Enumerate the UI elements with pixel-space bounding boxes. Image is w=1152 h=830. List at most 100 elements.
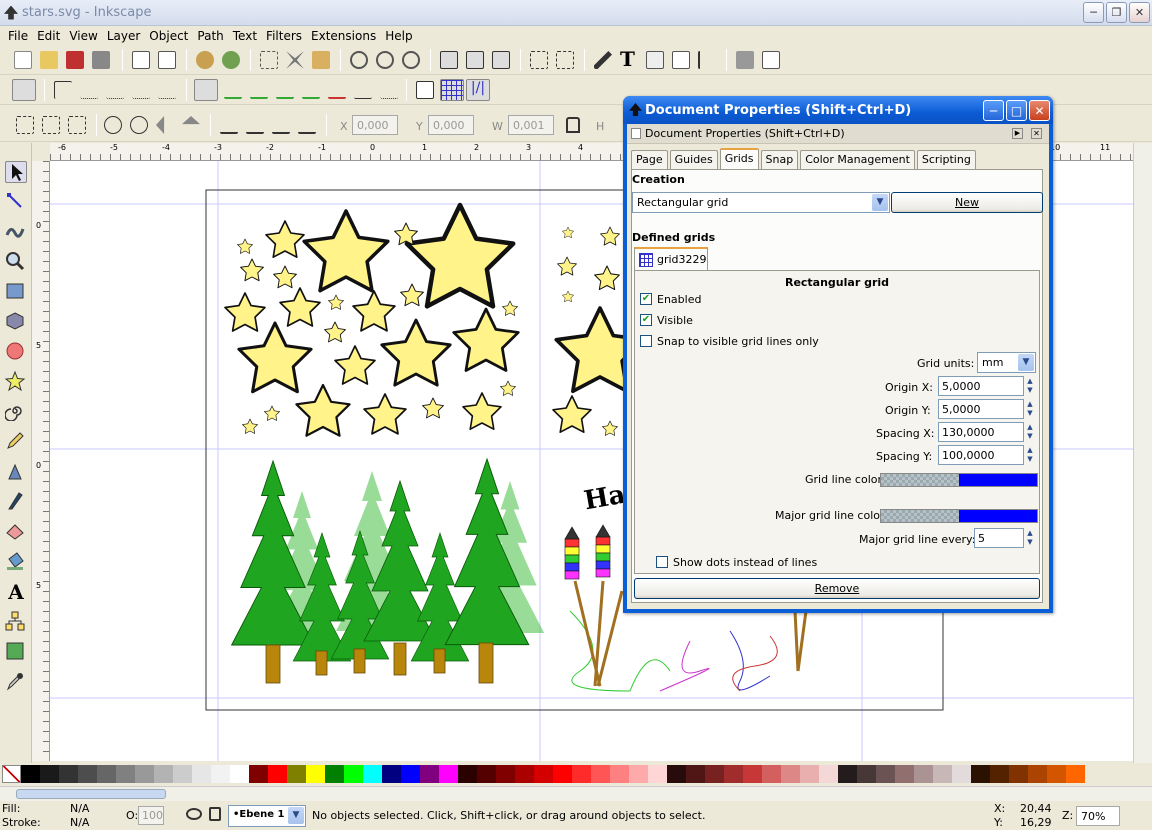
layer-dropdown[interactable]: •Ebene 1 ▼ bbox=[228, 805, 306, 827]
color-swatch[interactable] bbox=[1066, 765, 1085, 783]
color-swatch[interactable] bbox=[306, 765, 325, 783]
ellipse-tool-icon[interactable] bbox=[5, 341, 27, 363]
snap-midpoint-icon[interactable] bbox=[328, 81, 346, 99]
spin-arrows-icon[interactable]: ▲ ▼ bbox=[1025, 400, 1035, 418]
group-icon[interactable] bbox=[530, 51, 548, 69]
menu-path[interactable]: Path bbox=[197, 29, 223, 43]
color-swatch[interactable] bbox=[610, 765, 629, 783]
zoom-page-icon[interactable] bbox=[402, 51, 420, 69]
lock-icon[interactable] bbox=[566, 117, 580, 133]
lower-to-bottom-icon[interactable] bbox=[298, 116, 316, 134]
color-swatch[interactable] bbox=[724, 765, 743, 783]
export-icon[interactable] bbox=[158, 51, 176, 69]
color-swatch[interactable] bbox=[971, 765, 990, 783]
color-swatch[interactable] bbox=[382, 765, 401, 783]
bucket-fill-tool-icon[interactable] bbox=[5, 551, 27, 573]
spacing-x-field[interactable]: 130,0000 ▲ ▼ bbox=[938, 422, 1033, 442]
color-swatch[interactable] bbox=[173, 765, 192, 783]
tab-grids[interactable]: Grids bbox=[719, 148, 759, 169]
snap-bbox-icon[interactable] bbox=[54, 81, 72, 99]
no-paint-swatch[interactable] bbox=[2, 765, 21, 783]
paste-icon[interactable] bbox=[312, 51, 330, 69]
color-swatch[interactable] bbox=[401, 765, 420, 783]
color-swatch[interactable] bbox=[629, 765, 648, 783]
tab-scripting[interactable]: Scripting bbox=[916, 150, 976, 169]
undo-icon[interactable] bbox=[196, 51, 214, 69]
snap-paths-icon[interactable] bbox=[224, 81, 242, 99]
zoom-drawing-icon[interactable] bbox=[376, 51, 394, 69]
remove-grid-button[interactable]: Remove bbox=[634, 578, 1040, 599]
snap-rotation-center-icon[interactable] bbox=[380, 81, 398, 99]
color-swatch[interactable] bbox=[952, 765, 971, 783]
align-distribute-icon[interactable] bbox=[698, 51, 716, 69]
snap-visible-checkbox[interactable] bbox=[640, 335, 652, 347]
color-swatch[interactable] bbox=[249, 765, 268, 783]
redo-icon[interactable] bbox=[222, 51, 240, 69]
zoom-tool-icon[interactable] bbox=[5, 251, 27, 273]
color-swatch[interactable] bbox=[515, 765, 534, 783]
clone-icon[interactable] bbox=[466, 51, 484, 69]
color-swatch[interactable] bbox=[59, 765, 78, 783]
snap-bbox-midpoint-icon[interactable] bbox=[132, 81, 150, 99]
text-font-icon[interactable]: T bbox=[620, 49, 638, 69]
menu-filters[interactable]: Filters bbox=[266, 29, 302, 43]
flip-horizontal-icon[interactable] bbox=[156, 116, 165, 134]
color-swatch[interactable] bbox=[876, 765, 895, 783]
color-swatch[interactable] bbox=[857, 765, 876, 783]
save-icon[interactable] bbox=[66, 51, 84, 69]
show-dots-checkbox[interactable] bbox=[656, 556, 668, 568]
color-swatch[interactable] bbox=[78, 765, 97, 783]
color-swatch[interactable] bbox=[439, 765, 458, 783]
snap-page-border-icon[interactable] bbox=[416, 81, 434, 99]
color-swatch[interactable] bbox=[135, 765, 154, 783]
color-swatch[interactable] bbox=[591, 765, 610, 783]
tab-snap[interactable]: Snap bbox=[760, 150, 799, 169]
layers-icon[interactable] bbox=[646, 51, 664, 69]
snap-nodes-icon[interactable] bbox=[194, 79, 218, 101]
zoom-selection-icon[interactable] bbox=[350, 51, 368, 69]
print-icon[interactable] bbox=[92, 51, 110, 69]
raise-icon[interactable] bbox=[246, 116, 264, 134]
color-swatch[interactable] bbox=[496, 765, 515, 783]
y-field[interactable]: 0,000 bbox=[428, 115, 474, 135]
menu-text[interactable]: Text bbox=[233, 29, 257, 43]
document-properties-icon[interactable] bbox=[762, 51, 780, 69]
menu-extensions[interactable]: Extensions bbox=[311, 29, 376, 43]
menu-object[interactable]: Object bbox=[149, 29, 188, 43]
major-every-field[interactable]: 5 ▲ ▼ bbox=[974, 528, 1033, 548]
new-document-icon[interactable] bbox=[14, 51, 32, 69]
snap-center-icon[interactable] bbox=[354, 81, 372, 99]
visible-checkbox[interactable]: ✔ bbox=[640, 314, 652, 326]
open-icon[interactable] bbox=[40, 51, 58, 69]
dropper-tool-icon[interactable] bbox=[5, 671, 27, 693]
dialog-minimize-button[interactable]: ─ bbox=[983, 100, 1004, 121]
snap-bbox-edge-icon[interactable] bbox=[80, 81, 98, 99]
grid-tab[interactable]: grid3229 bbox=[634, 247, 708, 271]
color-swatch[interactable] bbox=[686, 765, 705, 783]
color-swatch[interactable] bbox=[325, 765, 344, 783]
ungroup-icon[interactable] bbox=[556, 51, 574, 69]
lower-icon[interactable] bbox=[272, 116, 290, 134]
dialog-close-button[interactable]: ✕ bbox=[1029, 100, 1050, 121]
spiral-tool-icon[interactable] bbox=[4, 401, 27, 423]
x-field[interactable]: 0,000 bbox=[352, 115, 398, 135]
pencil-tool-icon[interactable] bbox=[5, 431, 27, 453]
color-swatch[interactable] bbox=[800, 765, 819, 783]
spin-arrows-icon[interactable]: ▲ ▼ bbox=[1025, 423, 1035, 441]
color-swatch[interactable] bbox=[268, 765, 287, 783]
new-grid-button[interactable]: New bbox=[891, 192, 1043, 213]
color-swatch[interactable] bbox=[230, 765, 249, 783]
horizontal-scroll-thumb[interactable] bbox=[16, 789, 166, 799]
color-swatch[interactable] bbox=[819, 765, 838, 783]
menu-view[interactable]: View bbox=[69, 29, 97, 43]
deselect-icon[interactable] bbox=[68, 116, 86, 134]
menu-layer[interactable]: Layer bbox=[107, 29, 140, 43]
color-swatch[interactable] bbox=[838, 765, 857, 783]
duplicate-icon[interactable] bbox=[440, 51, 458, 69]
color-swatch[interactable] bbox=[895, 765, 914, 783]
pen-tool-icon[interactable] bbox=[5, 461, 27, 483]
calligraphy-tool-icon[interactable] bbox=[5, 491, 27, 513]
color-swatch[interactable] bbox=[534, 765, 553, 783]
color-swatch[interactable] bbox=[914, 765, 933, 783]
color-swatch[interactable] bbox=[762, 765, 781, 783]
